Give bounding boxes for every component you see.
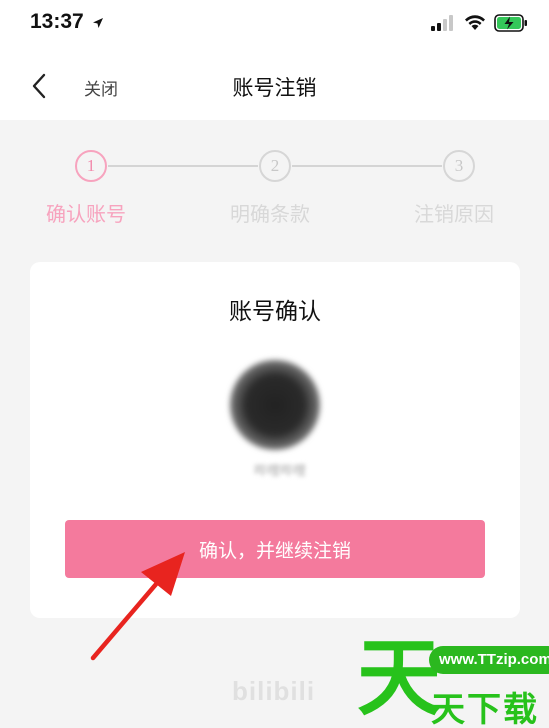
step-3-label: 注销原因 [414,202,494,226]
navigation-bar: 关闭 账号注销 [0,50,549,120]
avatar [230,360,320,450]
progress-steps: 1 2 3 确认账号 明确条款 注销原因 [0,120,549,240]
step-1-label: 确认账号 [46,202,126,226]
wifi-icon [463,13,487,35]
status-time: 13:37 [30,10,84,33]
step-3-circle: 3 [443,150,475,182]
logo-url-badge: www.TTzip.com [429,646,549,674]
card-title: 账号确认 [229,299,321,325]
logo-site-name: 天下载 [431,690,539,728]
step-1-circle: 1 [75,150,107,182]
step-2-label: 明确条款 [230,202,310,226]
logo-char: 天 [357,629,442,727]
step-connector [292,165,442,167]
page-title: 账号注销 [232,76,317,100]
bilibili-watermark: bilibili [232,676,316,706]
battery-charging-icon [494,14,528,36]
location-arrow-icon [92,14,104,33]
step-2-circle: 2 [259,150,291,182]
site-logo: 天 www.TTzip.com 天下载 [357,628,549,728]
annotation-arrow-icon [85,548,195,667]
cellular-signal-icon [431,15,455,35]
username: 哔哩哔哩 [253,464,306,479]
step-connector [108,165,258,167]
status-bar: 13:37 [0,0,549,50]
